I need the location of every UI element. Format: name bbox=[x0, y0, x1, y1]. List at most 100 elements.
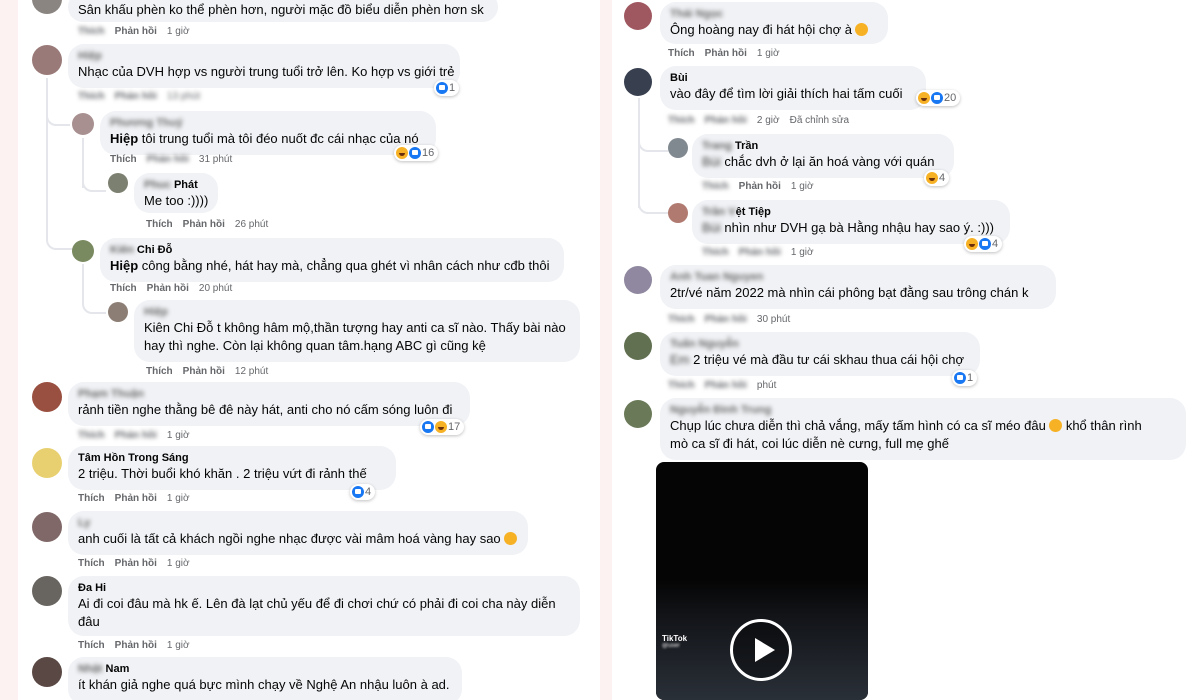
reply-link[interactable]: Phản hồi bbox=[115, 26, 157, 37]
reply-link[interactable]: Phản hồi bbox=[115, 91, 157, 102]
avatar[interactable] bbox=[108, 302, 128, 322]
reply-link[interactable]: Phản hồi bbox=[115, 493, 157, 504]
like-link[interactable]: Thích bbox=[110, 154, 137, 165]
commenter-name[interactable]: Nguyễn Đình Trung bbox=[670, 404, 1176, 417]
reply-link[interactable]: Phản hồi bbox=[705, 380, 747, 391]
reaction-count[interactable]: 1 bbox=[434, 80, 460, 96]
avatar[interactable] bbox=[108, 173, 128, 193]
reply-link[interactable]: Phản hồi bbox=[115, 430, 157, 441]
timestamp[interactable]: 1 giờ bbox=[167, 640, 190, 651]
avatar[interactable] bbox=[624, 68, 652, 96]
avatar[interactable] bbox=[32, 657, 62, 687]
comment-text: Sân khấu phèn ko thể phèn hơn, người mặc… bbox=[78, 2, 484, 17]
timestamp[interactable]: 1 giờ bbox=[167, 558, 190, 569]
avatar[interactable] bbox=[32, 576, 62, 606]
commenter-name[interactable]: Thái Ngọc bbox=[670, 8, 878, 21]
commenter-name[interactable]: Hiệp bbox=[144, 306, 570, 319]
like-link[interactable]: Thích bbox=[78, 558, 105, 569]
avatar[interactable] bbox=[32, 448, 62, 478]
commenter-name[interactable]: Đa Hi bbox=[78, 582, 570, 595]
play-icon[interactable] bbox=[730, 619, 792, 681]
avatar[interactable] bbox=[624, 332, 652, 360]
timestamp[interactable]: 12 phút bbox=[235, 366, 268, 377]
timestamp[interactable]: 2 giờ bbox=[757, 115, 780, 126]
timestamp[interactable]: 13 phút bbox=[167, 91, 200, 102]
avatar[interactable] bbox=[668, 203, 688, 223]
tiktok-watermark: TikTok @user bbox=[662, 634, 687, 649]
timestamp[interactable]: 26 phút bbox=[235, 219, 268, 230]
reply-link[interactable]: Phản hồi bbox=[739, 181, 781, 192]
avatar[interactable] bbox=[624, 400, 652, 428]
reply-link[interactable]: Phản hồi bbox=[705, 115, 747, 126]
like-link[interactable]: Thích bbox=[146, 366, 173, 377]
reply-link[interactable]: Phản hồi bbox=[183, 366, 225, 377]
commenter-name[interactable]: Ly bbox=[78, 517, 518, 530]
reaction-count[interactable]: 20 bbox=[916, 90, 961, 106]
timestamp[interactable]: 1 giờ bbox=[757, 48, 780, 59]
video-thumbnail[interactable]: TikTok @user bbox=[656, 462, 868, 700]
avatar[interactable] bbox=[624, 2, 652, 30]
avatar[interactable] bbox=[32, 0, 62, 14]
avatar[interactable] bbox=[668, 138, 688, 158]
avatar[interactable] bbox=[32, 45, 62, 75]
commenter-name[interactable]: Tâm Hồn Trong Sáng bbox=[78, 452, 386, 465]
timestamp[interactable]: 1 giờ bbox=[167, 493, 190, 504]
commenter-name[interactable]: Trần Vệt Tiệp bbox=[702, 206, 1000, 219]
reaction-count[interactable]: 16 bbox=[394, 145, 439, 161]
commenter-name[interactable]: Tuấn Nguyễn bbox=[670, 338, 970, 351]
like-link[interactable]: Thích bbox=[668, 115, 695, 126]
reply-link[interactable]: Phản hồi bbox=[115, 558, 157, 569]
commenter-name[interactable]: Hiệp bbox=[78, 50, 450, 63]
commenter-name[interactable]: Kiên Chi Đỗ bbox=[110, 244, 554, 257]
timestamp[interactable]: 1 giờ bbox=[791, 181, 814, 192]
like-link[interactable]: Thích bbox=[668, 48, 695, 59]
reaction-count[interactable]: 4 bbox=[924, 170, 950, 186]
reaction-count[interactable]: 17 bbox=[420, 419, 465, 435]
commenter-name[interactable]: Phuc Phát bbox=[144, 179, 208, 192]
like-link[interactable]: Thích bbox=[668, 314, 695, 325]
commenter-name[interactable]: Phương Thuý bbox=[110, 117, 426, 130]
reaction-count[interactable]: 1 bbox=[952, 370, 978, 386]
reaction-count[interactable]: 4 bbox=[350, 484, 376, 500]
reply-link[interactable]: Phản hồi bbox=[183, 219, 225, 230]
avatar[interactable] bbox=[624, 266, 652, 294]
thread-connector bbox=[46, 218, 74, 250]
like-link[interactable]: Thích bbox=[146, 219, 173, 230]
reply-link[interactable]: Phản hồi bbox=[739, 247, 781, 258]
timestamp[interactable]: 1 giờ bbox=[167, 26, 190, 37]
like-link[interactable]: Thích bbox=[78, 493, 105, 504]
commenter-name[interactable]: Anh Tuan Nguyen bbox=[670, 271, 1046, 284]
like-link[interactable]: Thích bbox=[668, 380, 695, 391]
timestamp[interactable]: 1 giờ bbox=[167, 430, 190, 441]
comment-bubble: Trần Vệt Tiệp Bùi nhìn như DVH gạ bà Hằn… bbox=[692, 200, 1010, 244]
reply-link[interactable]: Phản hồi bbox=[147, 154, 189, 165]
commenter-name[interactable]: Bùi bbox=[670, 72, 916, 85]
reply-link[interactable]: Phản hồi bbox=[705, 314, 747, 325]
reply-link[interactable]: Phản hồi bbox=[705, 48, 747, 59]
commenter-name[interactable]: Nhật Nam bbox=[78, 663, 452, 676]
like-link[interactable]: Thích bbox=[110, 283, 137, 294]
commenter-name[interactable]: Phạm Thuận bbox=[78, 388, 460, 401]
like-link[interactable]: Thích bbox=[78, 640, 105, 651]
avatar[interactable] bbox=[72, 240, 94, 262]
like-link[interactable]: Thích bbox=[702, 247, 729, 258]
commenter-name[interactable]: Trang Trần bbox=[702, 140, 944, 153]
comment-bubble: Phương Thuý Hiệp tôi trung tuổi mà tôi đ… bbox=[100, 111, 436, 155]
avatar[interactable] bbox=[32, 382, 62, 412]
like-link[interactable]: Thích bbox=[78, 91, 105, 102]
avatar[interactable] bbox=[72, 113, 94, 135]
timestamp[interactable]: 1 giờ bbox=[791, 247, 814, 258]
like-link[interactable]: Thích bbox=[78, 26, 105, 37]
timestamp[interactable]: 31 phút bbox=[199, 154, 232, 165]
timestamp[interactable]: 20 phút bbox=[199, 283, 232, 294]
timestamp[interactable]: phút bbox=[757, 380, 776, 391]
timestamp[interactable]: 30 phút bbox=[757, 314, 790, 325]
emoji-icon bbox=[503, 532, 517, 545]
like-link[interactable]: Thích bbox=[702, 181, 729, 192]
like-link[interactable]: Thích bbox=[78, 430, 105, 441]
reaction-count[interactable]: 4 bbox=[964, 236, 1003, 252]
comment-bubble: Anh Tuan Nguyen 2tr/vé năm 2022 mà nhìn … bbox=[660, 265, 1056, 309]
reply-link[interactable]: Phản hồi bbox=[115, 640, 157, 651]
reply-link[interactable]: Phản hồi bbox=[147, 283, 189, 294]
avatar[interactable] bbox=[32, 512, 62, 542]
